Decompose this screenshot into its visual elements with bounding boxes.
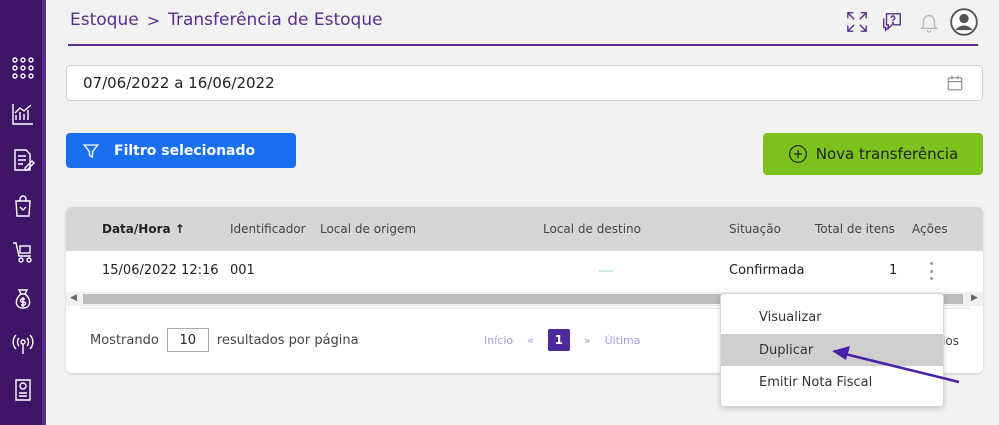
selected-filter-label: Filtro selecionado bbox=[114, 142, 256, 159]
page-prev-link[interactable]: « bbox=[527, 334, 534, 347]
column-header-identifier[interactable]: Identificador bbox=[230, 222, 306, 236]
row-actions-kebab-icon[interactable] bbox=[928, 262, 934, 280]
plus-circle-icon bbox=[788, 145, 807, 163]
table-header: Data/Hora ↑ Identificador Local de orige… bbox=[66, 207, 983, 251]
column-header-destination[interactable]: Local de destino bbox=[543, 222, 641, 236]
menu-item-view[interactable]: Visualizar bbox=[721, 301, 943, 333]
per-page-label: resultados por página bbox=[216, 332, 359, 348]
bell-icon[interactable] bbox=[916, 9, 942, 35]
breadcrumb-root[interactable]: Estoque bbox=[70, 10, 139, 30]
menu-item-issue-invoice[interactable]: Emitir Nota Fiscal bbox=[721, 366, 943, 398]
sidebar bbox=[0, 0, 46, 425]
results-count-text: los bbox=[942, 334, 959, 348]
new-transfer-label: Nova transferência bbox=[815, 145, 959, 163]
help-chat-icon[interactable] bbox=[879, 9, 905, 35]
page-last-link[interactable]: Última bbox=[605, 334, 641, 347]
fullscreen-icon[interactable] bbox=[844, 9, 870, 35]
scroll-left-icon[interactable]: ◀ bbox=[70, 293, 77, 303]
calendar-icon[interactable] bbox=[946, 74, 964, 92]
page-size-control: Mostrando 10 resultados por página bbox=[90, 328, 359, 352]
page-first-link[interactable]: Início bbox=[484, 334, 513, 347]
apps-icon[interactable] bbox=[9, 54, 37, 82]
column-header-status[interactable]: Situação bbox=[729, 222, 781, 236]
cell-status: Confirmada bbox=[729, 263, 805, 278]
top-header: Estoque > Transferência de Estoque bbox=[46, 0, 999, 46]
pagination: Início « 1 » Última bbox=[484, 329, 641, 351]
sidebar-accent-strip bbox=[42, 0, 46, 425]
invoice-icon[interactable] bbox=[9, 376, 37, 404]
breadcrumb: Estoque > Transferência de Estoque bbox=[70, 10, 383, 30]
cell-total-items: 1 bbox=[889, 263, 898, 278]
sort-ascending-icon: ↑ bbox=[174, 222, 185, 236]
header-divider bbox=[68, 44, 978, 46]
column-header-origin[interactable]: Local de origem bbox=[320, 222, 416, 236]
page-next-link[interactable]: » bbox=[584, 334, 591, 347]
cell-destination-placeholder bbox=[599, 270, 613, 272]
broadcast-icon[interactable] bbox=[9, 330, 37, 358]
showing-label: Mostrando bbox=[90, 332, 159, 348]
filter-icon bbox=[82, 143, 100, 158]
breadcrumb-separator: > bbox=[146, 10, 161, 30]
cell-datetime: 15/06/2022 12:16 bbox=[102, 263, 219, 278]
new-transfer-button[interactable]: Nova transferência bbox=[763, 133, 983, 175]
chart-icon[interactable] bbox=[9, 100, 37, 128]
date-range-value: 07/06/2022 a 16/06/2022 bbox=[83, 74, 275, 92]
column-header-total-items[interactable]: Total de itens bbox=[815, 222, 895, 236]
column-header-datetime[interactable]: Data/Hora ↑ bbox=[102, 222, 185, 236]
column-header-actions: Ações bbox=[912, 222, 948, 236]
document-edit-icon[interactable] bbox=[9, 146, 37, 174]
cell-identifier: 001 bbox=[230, 263, 255, 278]
page-size-input[interactable]: 10 bbox=[166, 328, 209, 352]
money-bag-icon[interactable] bbox=[9, 284, 37, 312]
shopping-bag-icon[interactable] bbox=[9, 192, 37, 220]
breadcrumb-current: Transferência de Estoque bbox=[168, 10, 383, 30]
scroll-right-icon[interactable]: ▶ bbox=[971, 293, 978, 303]
row-actions-menu: Visualizar Duplicar Emitir Nota Fiscal bbox=[720, 293, 944, 407]
date-range-field[interactable]: 07/06/2022 a 16/06/2022 bbox=[66, 65, 983, 101]
user-avatar-icon[interactable] bbox=[950, 8, 978, 36]
selected-filter-button[interactable]: Filtro selecionado bbox=[66, 133, 296, 168]
cart-icon[interactable] bbox=[9, 238, 37, 266]
page-current[interactable]: 1 bbox=[547, 329, 570, 351]
menu-item-duplicate[interactable]: Duplicar bbox=[721, 334, 943, 366]
